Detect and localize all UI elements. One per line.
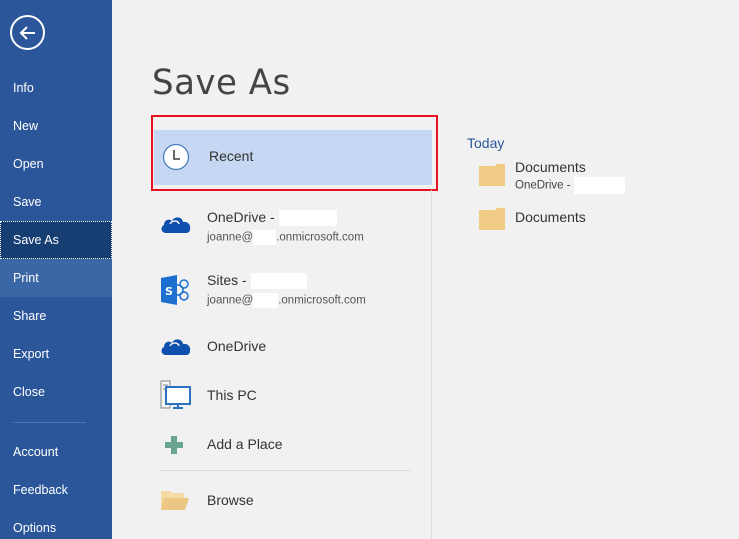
backstage-sidebar: Info New Open Save Save As Print Share E…: [0, 0, 112, 539]
back-arrow-icon: [19, 26, 35, 40]
place-this-pc[interactable]: This PC: [154, 380, 424, 412]
folder-icon: [479, 207, 505, 230]
recent-folder[interactable]: Documents OneDrive -: [478, 159, 718, 194]
page-title: Save As: [152, 62, 291, 104]
place-browse[interactable]: Browse: [154, 485, 424, 515]
nav-divider: [13, 422, 86, 423]
nav-open[interactable]: Open: [0, 145, 112, 183]
nav-save[interactable]: Save: [0, 183, 112, 221]
redacted-block: [253, 230, 277, 245]
recent-folder-name: Documents: [515, 159, 586, 175]
place-onedrive-business-title: OneDrive -: [207, 209, 279, 225]
place-onedrive-title: OneDrive: [207, 338, 267, 354]
nav-feedback[interactable]: Feedback: [0, 471, 112, 509]
nav-share[interactable]: Share: [0, 297, 112, 335]
plus-icon: [165, 436, 183, 454]
redacted-block: [253, 293, 279, 308]
open-folder-icon: [161, 491, 189, 510]
sharepoint-icon: S: [161, 275, 189, 305]
recent-folder-location: OneDrive -: [515, 179, 574, 192]
nav-info[interactable]: Info: [0, 69, 112, 107]
nav-save-as[interactable]: Save As: [0, 221, 112, 259]
place-sites[interactable]: S Sites - joanne@ .onmicrosoft.com: [154, 268, 424, 313]
place-sites-account-suffix: .onmicrosoft.com: [278, 294, 366, 307]
place-browse-title: Browse: [207, 492, 254, 508]
redacted-block: [573, 177, 625, 194]
place-this-pc-title: This PC: [207, 387, 257, 403]
computer-icon: [160, 380, 191, 409]
place-onedrive[interactable]: OneDrive: [154, 332, 424, 362]
place-onedrive-business-account-prefix: joanne@: [207, 231, 254, 244]
nav-close[interactable]: Close: [0, 373, 112, 411]
onedrive-cloud-icon: [161, 217, 191, 233]
group-header-today: Today: [467, 135, 505, 151]
recent-folder-name: Documents: [515, 209, 586, 225]
place-add-a-place[interactable]: Add a Place: [154, 430, 424, 460]
place-onedrive-business[interactable]: OneDrive - joanne@ .onmicrosoft.com: [154, 205, 424, 250]
svg-text:S: S: [165, 285, 173, 298]
redacted-block: [250, 273, 307, 290]
redacted-block: [278, 210, 337, 227]
place-onedrive-business-account-suffix: .onmicrosoft.com: [276, 231, 364, 244]
folder-icon: [479, 163, 505, 186]
place-add-a-place-title: Add a Place: [207, 436, 283, 452]
column-divider: [431, 190, 432, 539]
nav-print[interactable]: Print: [0, 259, 112, 297]
nav-export[interactable]: Export: [0, 335, 112, 373]
places-divider: [160, 470, 411, 471]
place-sites-account-prefix: joanne@: [207, 294, 254, 307]
back-button[interactable]: [10, 15, 45, 50]
place-sites-title: Sites -: [207, 272, 251, 288]
nav-new[interactable]: New: [0, 107, 112, 145]
nav-account[interactable]: Account: [0, 433, 112, 471]
nav-options[interactable]: Options: [0, 509, 112, 539]
onedrive-cloud-icon: [161, 339, 191, 355]
highlight-frame: [151, 115, 438, 191]
recent-folder[interactable]: Documents: [478, 206, 718, 232]
